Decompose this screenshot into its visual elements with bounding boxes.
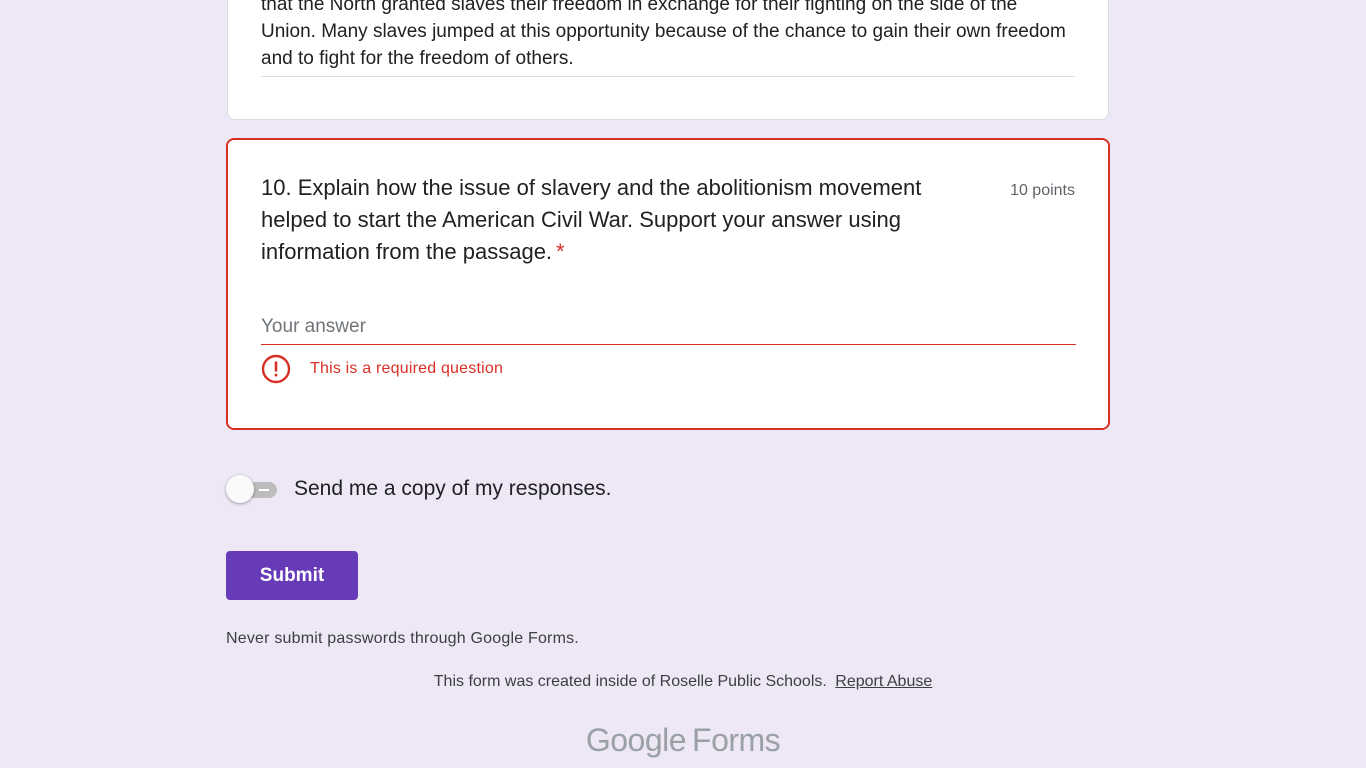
report-abuse-link[interactable]: Report Abuse	[835, 673, 932, 690]
question-title: 10. Explain how the issue of slavery and…	[261, 172, 951, 268]
previous-answer-text[interactable]: that the North granted slaves their free…	[261, 0, 1075, 77]
copy-responses-row: Send me a copy of my responses.	[226, 474, 612, 504]
form-page: that the North granted slaves their free…	[0, 0, 1366, 768]
toggle-thumb	[226, 475, 254, 503]
password-warning: Never submit passwords through Google Fo…	[226, 630, 579, 647]
question-card: 10. Explain how the issue of slavery and…	[226, 138, 1110, 430]
footer-created-text: This form was created inside of Roselle …	[433, 673, 827, 690]
error-circle-icon	[261, 354, 291, 384]
footer: This form was created inside of Roselle …	[0, 673, 1366, 691]
toggle-off-mark-icon	[259, 489, 269, 491]
answer-input[interactable]	[261, 310, 1076, 345]
error-message: This is a required question	[261, 354, 503, 384]
previous-question-card: that the North granted slaves their free…	[227, 0, 1109, 120]
question-points: 10 points	[1010, 182, 1075, 199]
logo-forms-word: Forms	[692, 722, 781, 758]
copy-responses-toggle[interactable]	[226, 474, 278, 504]
error-text: This is a required question	[310, 360, 504, 377]
question-title-text: 10. Explain how the issue of slavery and…	[261, 175, 922, 264]
submit-button[interactable]: Submit	[226, 551, 358, 600]
google-forms-logo[interactable]: Google Forms	[0, 722, 1366, 759]
logo-google-word: Google	[585, 722, 687, 758]
required-asterisk: *	[556, 239, 565, 264]
copy-responses-label: Send me a copy of my responses.	[294, 477, 612, 500]
